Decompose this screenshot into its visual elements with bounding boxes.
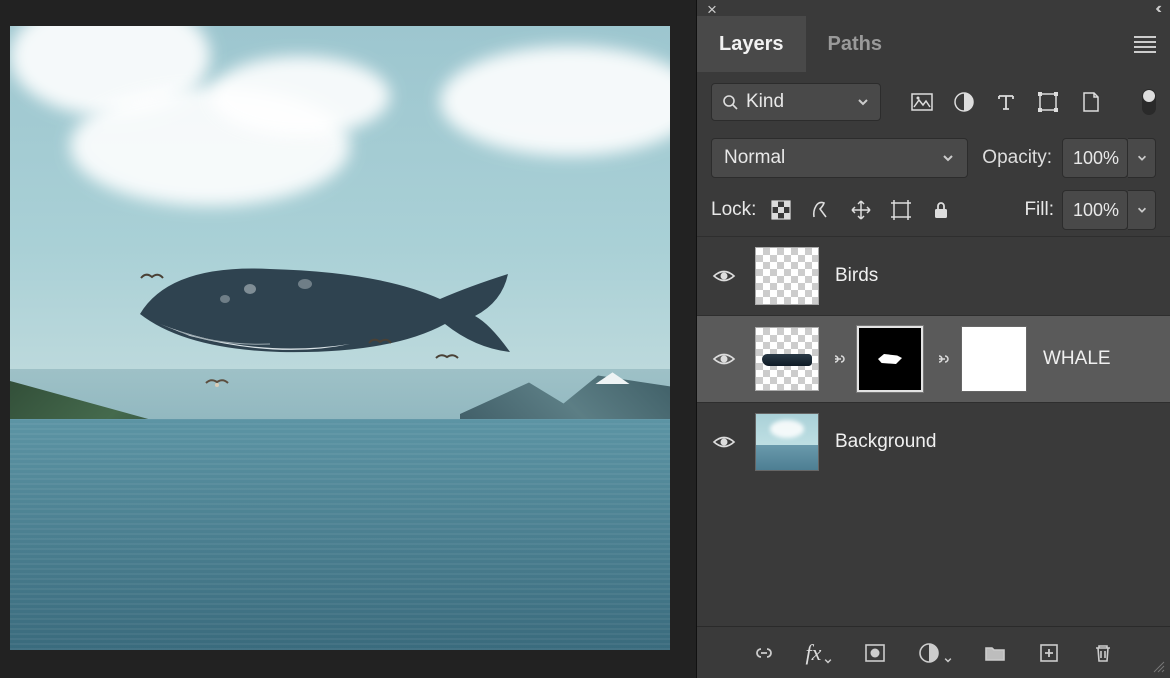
filter-smartobject-icon[interactable] — [1079, 91, 1101, 113]
search-icon — [722, 94, 738, 110]
new-layer-icon[interactable] — [1037, 641, 1061, 665]
filter-shape-icon[interactable] — [1037, 91, 1059, 113]
chevron-down-icon — [856, 95, 870, 109]
layers-bottom-toolbar: fx — [697, 626, 1170, 678]
blend-mode-row: Normal Opacity: 100% — [697, 132, 1170, 184]
opacity-value-input[interactable]: 100% — [1062, 138, 1128, 178]
chevron-down-icon — [943, 655, 953, 665]
canvas-cloud — [210, 56, 390, 136]
layers-list: Birds WHALE Backgr — [697, 236, 1170, 626]
link-layers-icon[interactable] — [752, 641, 776, 665]
filter-type-icons — [911, 91, 1101, 113]
filter-toggle-switch[interactable] — [1142, 89, 1156, 115]
chevron-down-icon — [1136, 152, 1148, 164]
adjustment-icon — [917, 641, 941, 665]
eye-icon — [712, 430, 736, 454]
layer-name[interactable]: Birds — [835, 265, 878, 287]
collapse-panel-icon[interactable]: ‹‹ — [1155, 0, 1158, 18]
layer-thumbnail[interactable] — [755, 247, 819, 305]
link-icon[interactable] — [933, 350, 951, 368]
fill-value-input[interactable]: 100% — [1062, 190, 1128, 230]
eye-icon — [712, 347, 736, 371]
filter-mask-thumbnail[interactable] — [961, 326, 1027, 392]
blend-mode-value: Normal — [724, 147, 785, 169]
opacity-label: Opacity: — [982, 147, 1052, 169]
canvas-bird — [140, 271, 164, 285]
tab-paths[interactable]: Paths — [806, 16, 904, 72]
canvas-bird — [205, 376, 229, 390]
lock-transparency-icon[interactable] — [770, 199, 792, 221]
panel-header-bar: × ‹‹ — [697, 0, 1170, 16]
visibility-toggle[interactable] — [709, 264, 739, 288]
add-mask-icon[interactable] — [863, 641, 887, 665]
link-icon[interactable] — [829, 350, 847, 368]
filter-kind-label: Kind — [746, 91, 784, 113]
chevron-down-icon — [1136, 204, 1148, 216]
eye-icon — [712, 264, 736, 288]
filter-pixel-icon[interactable] — [911, 91, 933, 113]
chevron-down-icon — [941, 151, 955, 165]
filter-type-icon[interactable] — [995, 91, 1017, 113]
layer-thumbnail[interactable] — [755, 413, 819, 471]
lock-image-icon[interactable] — [810, 199, 832, 221]
canvas-bird — [368, 336, 392, 350]
fill-label: Fill: — [1024, 199, 1054, 221]
filter-adjustment-icon[interactable] — [953, 91, 975, 113]
chevron-down-icon — [823, 656, 833, 666]
filter-kind-dropdown[interactable]: Kind — [711, 83, 881, 121]
lock-row: Lock: Fill: 100% — [697, 184, 1170, 236]
layer-effects-button[interactable]: fx — [806, 640, 834, 666]
resize-grip-icon[interactable] — [1151, 659, 1165, 673]
panel-menu-icon[interactable] — [1134, 36, 1156, 53]
layer-row-background[interactable]: Background — [697, 402, 1170, 481]
lock-position-icon[interactable] — [850, 199, 872, 221]
layer-name[interactable]: Background — [835, 431, 936, 453]
layer-name[interactable]: WHALE — [1043, 348, 1111, 370]
fill-dropdown-button[interactable] — [1128, 190, 1156, 230]
layer-filter-row: Kind — [697, 72, 1170, 132]
canvas-bird — [435, 351, 459, 365]
layer-row-whale[interactable]: WHALE — [697, 315, 1170, 402]
new-adjustment-layer-button[interactable] — [917, 641, 953, 665]
lock-label: Lock: — [711, 199, 756, 221]
visibility-toggle[interactable] — [709, 347, 739, 371]
canvas-area — [0, 0, 696, 678]
layer-row-birds[interactable]: Birds — [697, 236, 1170, 315]
new-group-icon[interactable] — [983, 641, 1007, 665]
blend-mode-dropdown[interactable]: Normal — [711, 138, 968, 178]
delete-layer-icon[interactable] — [1091, 641, 1115, 665]
opacity-dropdown-button[interactable] — [1128, 138, 1156, 178]
canvas-sea — [10, 419, 670, 650]
document-canvas[interactable] — [10, 26, 670, 650]
lock-artboard-icon[interactable] — [890, 199, 912, 221]
lock-all-icon[interactable] — [930, 199, 952, 221]
layer-thumbnail[interactable] — [755, 327, 819, 391]
canvas-whale — [130, 244, 520, 384]
layers-panel: × ‹‹ Layers Paths Kind — [696, 0, 1170, 678]
tab-layers[interactable]: Layers — [697, 16, 806, 72]
visibility-toggle[interactable] — [709, 430, 739, 454]
panel-tabs: Layers Paths — [697, 16, 1170, 72]
close-icon[interactable]: × — [707, 0, 717, 20]
layer-mask-thumbnail[interactable] — [857, 326, 923, 392]
